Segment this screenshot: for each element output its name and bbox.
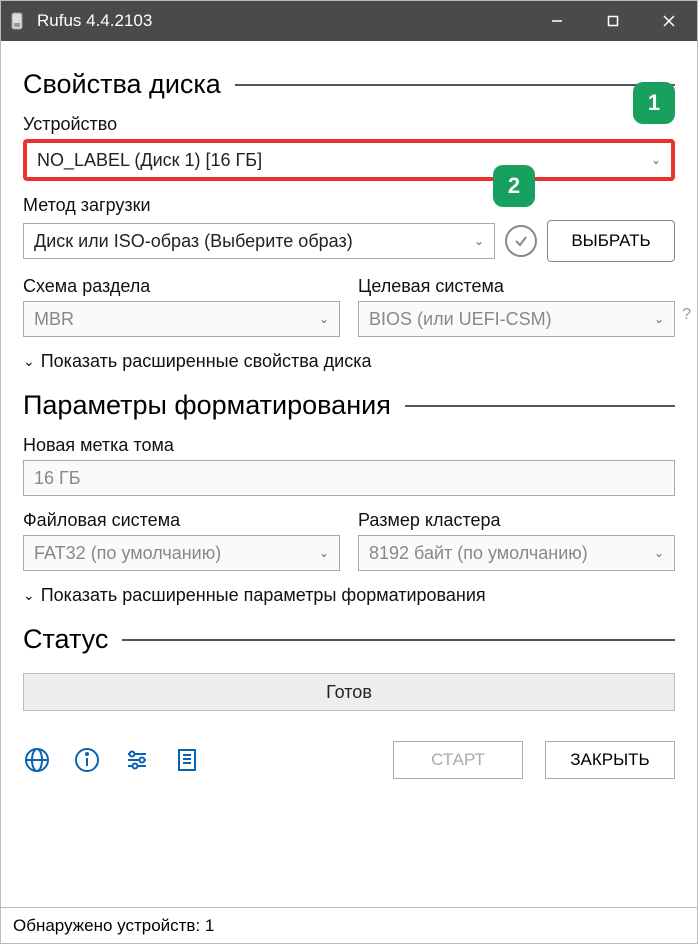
section-title: Статус bbox=[23, 624, 108, 655]
volume-label-label: Новая метка тома bbox=[23, 435, 675, 456]
target-system-combobox[interactable]: BIOS (или UEFI-CSM) ⌄ bbox=[358, 301, 675, 337]
chevron-down-icon: ⌄ bbox=[23, 587, 35, 604]
window-title: Rufus 4.4.2103 bbox=[37, 11, 529, 31]
boot-label: Метод загрузки bbox=[23, 195, 675, 216]
divider bbox=[122, 639, 675, 641]
section-format-options: Параметры форматирования bbox=[23, 390, 675, 421]
start-button-label: СТАРТ bbox=[431, 750, 485, 770]
volume-label-input[interactable] bbox=[23, 460, 675, 496]
bottom-toolbar: СТАРТ ЗАКРЫТЬ bbox=[23, 741, 675, 779]
device-value: NO_LABEL (Диск 1) [16 ГБ] bbox=[37, 150, 262, 171]
chevron-down-icon: ⌄ bbox=[319, 312, 329, 326]
filesystem-combobox[interactable]: FAT32 (по умолчанию) ⌄ bbox=[23, 535, 340, 571]
main-content: Свойства диска Устройство 1 NO_LABEL (Ди… bbox=[1, 41, 697, 907]
start-button[interactable]: СТАРТ bbox=[393, 741, 523, 779]
device-combobox[interactable]: NO_LABEL (Диск 1) [16 ГБ] ⌄ bbox=[23, 139, 675, 181]
divider bbox=[405, 405, 675, 407]
close-button-label: ЗАКРЫТЬ bbox=[570, 750, 649, 770]
advanced-drive-toggle[interactable]: ⌄ Показать расширенные свойства диска bbox=[23, 351, 675, 372]
annotation-badge-1: 1 bbox=[633, 82, 675, 124]
chevron-down-icon: ⌄ bbox=[651, 153, 661, 167]
help-hint-icon[interactable]: ? bbox=[682, 306, 691, 324]
chevron-down-icon: ⌄ bbox=[474, 234, 484, 248]
section-status: Статус bbox=[23, 624, 675, 655]
settings-button[interactable] bbox=[123, 746, 151, 774]
advanced-drive-label: Показать расширенные свойства диска bbox=[41, 351, 372, 372]
verify-iso-button[interactable] bbox=[505, 225, 537, 257]
titlebar: Rufus 4.4.2103 bbox=[1, 1, 697, 41]
cluster-size-combobox[interactable]: 8192 байт (по умолчанию) ⌄ bbox=[358, 535, 675, 571]
section-title: Свойства диска bbox=[23, 69, 221, 100]
boot-selection-combobox[interactable]: Диск или ISO-образ (Выберите образ) ⌄ bbox=[23, 223, 495, 259]
status-progress-bar: Готов bbox=[23, 673, 675, 711]
volume-label-field[interactable] bbox=[34, 461, 664, 495]
partition-value: MBR bbox=[34, 309, 74, 330]
chevron-down-icon: ⌄ bbox=[319, 546, 329, 560]
language-button[interactable] bbox=[23, 746, 51, 774]
filesystem-value: FAT32 (по умолчанию) bbox=[34, 543, 221, 564]
status-bar: Обнаружено устройств: 1 bbox=[1, 907, 697, 943]
section-drive-properties: Свойства диска bbox=[23, 69, 675, 100]
select-iso-button[interactable]: ВЫБРАТЬ bbox=[547, 220, 675, 262]
about-button[interactable] bbox=[73, 746, 101, 774]
annotation-badge-2: 2 bbox=[493, 165, 535, 207]
window-controls bbox=[529, 1, 697, 41]
app-icon bbox=[9, 11, 29, 31]
select-button-label: ВЫБРАТЬ bbox=[571, 231, 650, 251]
filesystem-label: Файловая система bbox=[23, 510, 340, 531]
chevron-down-icon: ⌄ bbox=[654, 546, 664, 560]
boot-value: Диск или ISO-образ (Выберите образ) bbox=[34, 231, 353, 252]
advanced-format-label: Показать расширенные параметры форматиро… bbox=[41, 585, 486, 606]
section-title: Параметры форматирования bbox=[23, 390, 391, 421]
log-button[interactable] bbox=[173, 746, 201, 774]
partition-label: Схема раздела bbox=[23, 276, 340, 297]
device-label: Устройство bbox=[23, 114, 675, 135]
divider bbox=[235, 84, 675, 86]
chevron-down-icon: ⌄ bbox=[23, 353, 35, 370]
cluster-value: 8192 байт (по умолчанию) bbox=[369, 543, 588, 564]
target-value: BIOS (или UEFI-CSM) bbox=[369, 309, 552, 330]
close-button[interactable] bbox=[641, 1, 697, 41]
partition-scheme-combobox[interactable]: MBR ⌄ bbox=[23, 301, 340, 337]
chevron-down-icon: ⌄ bbox=[654, 312, 664, 326]
cluster-label: Размер кластера bbox=[358, 510, 675, 531]
advanced-format-toggle[interactable]: ⌄ Показать расширенные параметры формати… bbox=[23, 585, 675, 606]
minimize-button[interactable] bbox=[529, 1, 585, 41]
target-label: Целевая система bbox=[358, 276, 675, 297]
maximize-button[interactable] bbox=[585, 1, 641, 41]
close-main-button[interactable]: ЗАКРЫТЬ bbox=[545, 741, 675, 779]
status-text: Готов bbox=[326, 682, 372, 703]
devices-found-text: Обнаружено устройств: 1 bbox=[13, 916, 214, 936]
